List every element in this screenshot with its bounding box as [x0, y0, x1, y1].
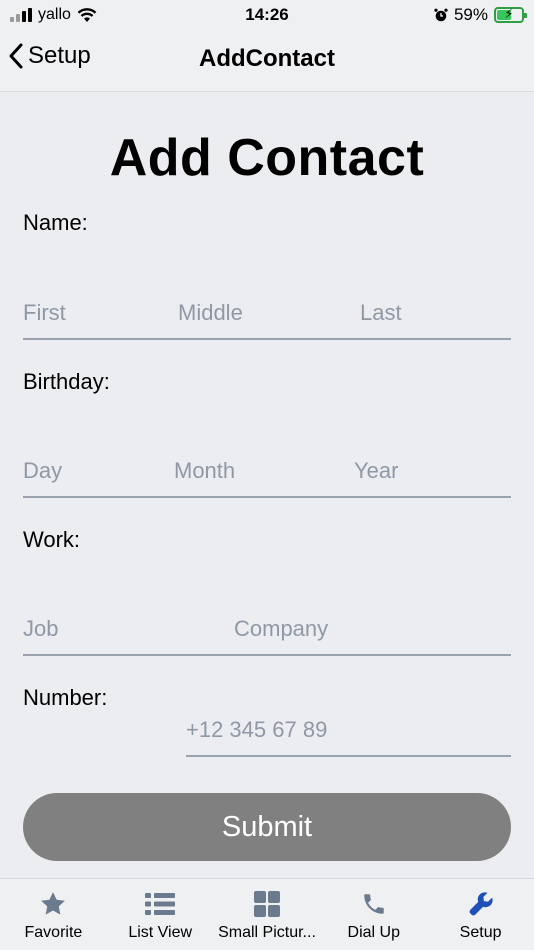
name-label: Name:: [23, 210, 88, 235]
tab-bar: Favorite List View Small Pictur... Dial …: [0, 878, 534, 950]
phone-icon: [364, 894, 384, 914]
status-right: 59% ⚡: [434, 5, 527, 25]
middle-name-input[interactable]: Middle: [178, 300, 243, 326]
battery-percent: 59%: [453, 5, 488, 24]
star-icon: [41, 892, 66, 915]
year-input[interactable]: Year: [354, 458, 398, 484]
wrench-icon: [469, 892, 493, 916]
work-label: Work:: [23, 527, 81, 552]
charging-icon: ⚡: [504, 6, 514, 21]
status-bar: yallo 14:26 59% ⚡: [0, 0, 534, 30]
grid-icon: [253, 891, 280, 917]
company-input[interactable]: Company: [234, 616, 328, 642]
alarm-icon: [434, 8, 448, 22]
battery-icon: ⚡: [494, 6, 527, 23]
first-name-input[interactable]: First: [23, 300, 66, 326]
phone-number-input[interactable]: +12 345 67 89: [186, 717, 327, 743]
tab-label-small-pictures: Small Pictur...: [218, 924, 316, 941]
birthday-fields: Day Month Year: [23, 458, 511, 498]
nav-title: AddContact: [199, 45, 335, 72]
work-fields: Job Company: [23, 616, 511, 656]
tab-label-setup: Setup: [459, 924, 502, 941]
tab-dial-up[interactable]: Dial Up: [320, 879, 427, 950]
page-title: Add Contact: [109, 129, 425, 187]
tab-list-view[interactable]: List View: [107, 879, 214, 950]
navigation-bar: Setup AddContact: [0, 30, 534, 92]
number-field-row: +12 345 67 89: [186, 717, 511, 757]
tab-setup[interactable]: Setup: [427, 879, 534, 950]
tab-label-list-view: List View: [128, 924, 193, 941]
job-input[interactable]: Job: [23, 616, 58, 642]
birthday-label: Birthday:: [23, 369, 110, 394]
list-icon: [145, 893, 176, 915]
number-label: Number:: [23, 685, 108, 710]
tab-label-dial-up: Dial Up: [347, 924, 401, 941]
tab-label-favorite: Favorite: [24, 924, 83, 941]
tab-small-pictures[interactable]: Small Pictur...: [214, 879, 321, 950]
tab-favorite[interactable]: Favorite: [0, 879, 107, 950]
day-input[interactable]: Day: [23, 458, 62, 484]
month-input[interactable]: Month: [174, 458, 235, 484]
last-name-input[interactable]: Last: [360, 300, 402, 326]
submit-button[interactable]: Submit: [23, 793, 511, 861]
name-fields: First Middle Last: [23, 300, 511, 340]
